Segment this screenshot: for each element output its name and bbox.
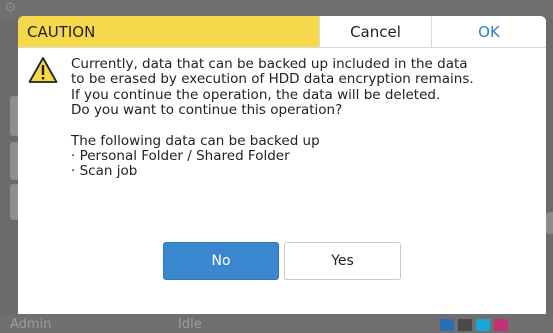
ink-level-y xyxy=(494,319,508,331)
detail-line: · Scan job xyxy=(71,163,138,180)
yes-button[interactable]: Yes xyxy=(284,242,401,280)
gear-icon: ⚙ xyxy=(4,0,17,16)
status-state: Idle xyxy=(178,317,202,332)
ink-level-m xyxy=(476,319,490,331)
no-button[interactable]: No xyxy=(163,242,279,280)
detail-line: The following data can be backed up xyxy=(71,132,320,149)
ink-levels xyxy=(440,319,508,331)
message-line: Currently, data that can be backed up in… xyxy=(71,56,468,72)
detail-line: · Personal Folder / Shared Folder xyxy=(71,148,290,165)
status-bar: Admin Idle xyxy=(0,314,553,333)
caution-dialog: CAUTION Cancel OK Currently, data that c… xyxy=(18,16,546,314)
warning-triangle-icon xyxy=(28,57,58,83)
ok-button[interactable]: OK xyxy=(432,16,546,48)
cancel-button[interactable]: Cancel xyxy=(320,16,432,48)
dialog-message: Currently, data that can be backed up in… xyxy=(71,56,536,180)
ink-level-c xyxy=(458,319,472,331)
dialog-header: CAUTION Cancel OK xyxy=(18,16,546,48)
message-line: Do you want to continue this operation? xyxy=(71,102,343,119)
message-line: If you continue the operation, the data … xyxy=(71,86,441,103)
message-line: to be erased by execution of HDD data en… xyxy=(71,71,474,88)
dialog-title: CAUTION xyxy=(18,16,320,48)
ink-level-k xyxy=(440,319,454,331)
status-user: Admin xyxy=(10,317,52,332)
